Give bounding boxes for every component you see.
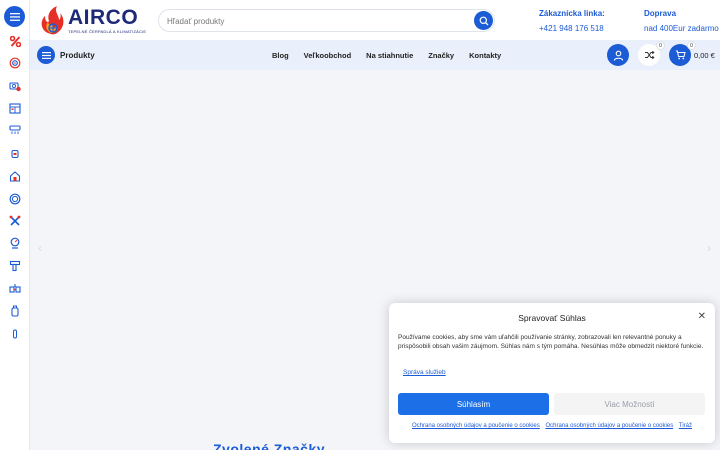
cart-icon <box>675 50 686 60</box>
cookie-footer-links: Ochrana osobných údajov a poučenie o coo… <box>389 423 715 429</box>
cart-button[interactable]: 0 <box>669 41 696 66</box>
slider-prev-icon[interactable]: ‹ <box>38 241 42 255</box>
logo-tagline: TEPELNÉ ČERPADLÁ A KLIMATIZÁCIE <box>68 28 147 34</box>
imprint-link[interactable]: Tiráž <box>679 423 692 429</box>
shipping-info: Doprava nad 400Eur zadarmo <box>644 9 719 33</box>
compare-button[interactable]: 0 <box>638 41 665 66</box>
flame-logo-icon <box>41 6 64 35</box>
valve-icon[interactable] <box>7 281 23 297</box>
site-header: AIRCO TEPELNÉ ČERPADLÁ A KLIMATIZÁCIE Zá… <box>30 0 720 40</box>
products-menu-label: Produkty <box>60 50 95 60</box>
products-menu-button[interactable]: Produkty <box>37 44 97 66</box>
percent-icon[interactable] <box>7 33 23 49</box>
cookie-consent-dialog: Spravovať Súhlas ✕ Používame cookies, ab… <box>389 303 715 443</box>
user-icon <box>613 50 623 61</box>
cart-total[interactable]: 0,00 € <box>694 51 715 60</box>
nav-link-blog[interactable]: Blog <box>272 51 289 60</box>
slider-next-icon[interactable]: › <box>707 241 711 255</box>
manage-services-link[interactable]: Správa služieb <box>403 369 446 376</box>
split-ac-icon[interactable] <box>7 122 23 138</box>
menu-toggle-button[interactable] <box>4 6 25 27</box>
cart-count-badge: 0 <box>687 41 696 50</box>
target-icon[interactable] <box>7 55 23 71</box>
gauge-icon[interactable] <box>7 235 23 251</box>
site-logo[interactable]: AIRCO TEPELNÉ ČERPADLÁ A KLIMATIZÁCIE <box>37 4 146 36</box>
hamburger-icon <box>9 12 20 21</box>
ring-icon[interactable] <box>7 191 23 207</box>
account-button[interactable] <box>607 44 629 66</box>
cookie-description: Používame cookies, aby sme vám uľahčili … <box>398 334 704 350</box>
nav-link-downloads[interactable]: Na stiahnutie <box>366 51 413 60</box>
accept-cookies-button[interactable]: Súhlasím <box>398 393 549 415</box>
solar-house-icon[interactable] <box>7 168 23 184</box>
customer-hotline: Zákaznícka linka: +421 948 176 518 <box>539 9 605 33</box>
hamburger-icon <box>41 51 51 59</box>
search-box <box>158 9 495 32</box>
privacy-policy-link-2[interactable]: Ochrana osobných údajov a poučenie o coo… <box>545 423 673 429</box>
tank-icon[interactable] <box>7 146 23 162</box>
bottle-icon[interactable] <box>7 303 23 319</box>
privacy-policy-link[interactable]: Ochrana osobných údajov a poučenie o coo… <box>412 423 540 429</box>
compare-count-badge: 0 <box>656 41 665 50</box>
cookie-dialog-title: Spravovať Súhlas <box>518 313 586 323</box>
shuffle-icon <box>644 50 655 60</box>
pipe-icon[interactable] <box>7 258 23 274</box>
close-icon[interactable]: ✕ <box>698 311 706 322</box>
heat-pump-icon[interactable] <box>7 78 23 94</box>
main-navigation: Produkty Blog Veľkoobchod Na stiahnutie … <box>30 40 720 70</box>
hotline-phone[interactable]: +421 948 176 518 <box>539 24 605 33</box>
nav-link-brands[interactable]: Značky <box>428 51 454 60</box>
hotline-title: Zákaznícka linka: <box>539 9 605 18</box>
search-button[interactable] <box>474 11 493 30</box>
section-heading: Zvolené Značky <box>213 441 326 450</box>
category-sidebar <box>0 0 30 450</box>
nav-link-wholesale[interactable]: Veľkoobchod <box>304 51 351 60</box>
shipping-title: Doprava <box>644 9 677 18</box>
nav-links: Blog Veľkoobchod Na stiahnutie Značky Ko… <box>272 51 516 60</box>
nav-link-contacts[interactable]: Kontakty <box>469 51 501 60</box>
more-options-button[interactable]: Viac Možností <box>554 393 705 415</box>
products-menu-circle <box>37 46 55 64</box>
tools-icon[interactable] <box>7 213 23 229</box>
shipping-note: nad 400Eur zadarmo <box>644 24 719 33</box>
small-part-icon[interactable] <box>7 326 23 342</box>
search-icon <box>479 16 488 25</box>
search-input[interactable] <box>167 14 467 28</box>
ac-unit-icon[interactable] <box>7 100 23 116</box>
logo-wordmark: AIRCO <box>68 5 139 29</box>
